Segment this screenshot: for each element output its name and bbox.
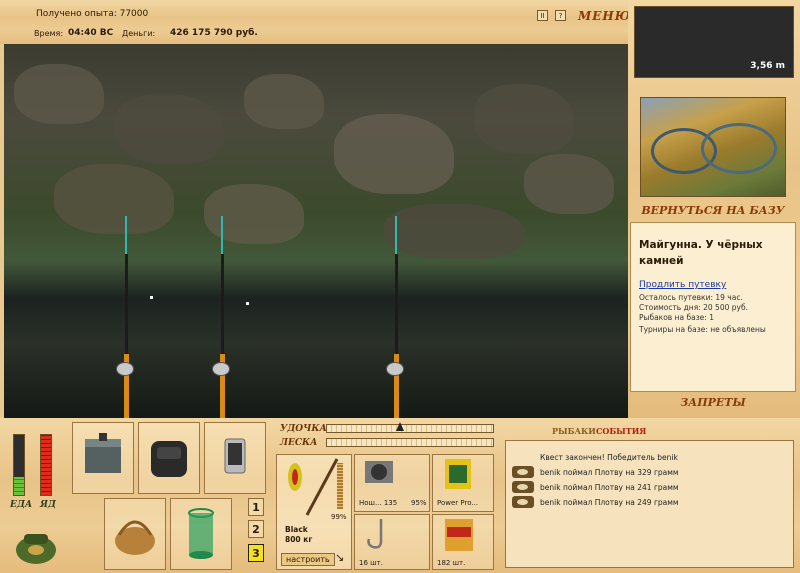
arrow-icon: ↘ xyxy=(335,551,345,564)
rod-durability: 99% xyxy=(331,513,347,521)
events-log: Квест закончен! Победитель benik benik п… xyxy=(505,440,794,568)
rod-slot-1[interactable]: 1 xyxy=(248,498,264,516)
bait-can-icon xyxy=(445,519,473,551)
line-tension-bar xyxy=(326,438,494,447)
rod-slot-2[interactable]: 2 xyxy=(248,520,264,538)
anglers-count: Рыбаков на базе: 1 xyxy=(639,313,714,322)
help-icon[interactable]: ? xyxy=(555,10,566,21)
time-value: 04:40 ВС xyxy=(68,28,114,38)
tackle-box-icon xyxy=(85,433,121,473)
backpack-black-icon xyxy=(151,441,187,477)
picnic-basket-icon xyxy=(115,520,155,555)
pause-icon[interactable]: II xyxy=(537,10,548,21)
rod-durability-meter xyxy=(337,463,343,509)
backpack-icon[interactable] xyxy=(14,526,58,566)
fishing-scene[interactable] xyxy=(4,44,628,418)
experience-text: Получено опыта: 77000 xyxy=(36,9,149,19)
keepnet-icon xyxy=(188,508,214,559)
food-label: ЕДА xyxy=(10,500,33,510)
log-entry: benik поймал Плотву на 329 грамм xyxy=(540,468,679,477)
money-value: 426 175 790 руб. xyxy=(170,28,258,38)
location-map[interactable] xyxy=(640,97,786,197)
bait-equipment-slot[interactable]: 182 шт. xyxy=(432,514,494,570)
restrictions-button[interactable]: ЗАПРЕТЫ xyxy=(640,396,786,409)
location-info: Майгунна. У чёрных камней Продлить путев… xyxy=(630,222,796,392)
phone-icon xyxy=(224,438,246,474)
configure-button[interactable]: настроить xyxy=(281,553,335,566)
phone-slot[interactable] xyxy=(204,422,266,494)
tension-marker-icon xyxy=(396,422,404,431)
day-cost: Стоимость дня: 20 500 руб. xyxy=(639,303,748,312)
food-meter xyxy=(13,434,25,496)
hook-equipment-slot[interactable]: 16 шт. xyxy=(354,514,430,570)
reel-icon xyxy=(365,461,393,483)
fish-icon xyxy=(512,496,534,508)
tab-anglers[interactable]: РЫБАКИ xyxy=(552,426,596,436)
depth-value: 3,56 m xyxy=(750,61,785,71)
float-marker xyxy=(150,296,153,299)
float-marker xyxy=(246,302,249,305)
rod-equipment-slot[interactable]: Black 800 кг 99% настроить ↘ xyxy=(276,454,352,570)
log-entry: benik поймал Плотву на 249 грамм xyxy=(540,498,679,507)
rod-tension-bar xyxy=(326,424,494,433)
extend-ticket-link[interactable]: Продлить путевку xyxy=(639,280,726,290)
rod-slot-3[interactable]: 3 xyxy=(248,544,264,562)
menu-button[interactable]: МЕНЮ xyxy=(578,9,631,23)
line-name: Power Pro... xyxy=(437,499,479,507)
quest-line: Квест закончен! Победитель benik xyxy=(540,453,678,462)
bait-count: 182 шт. xyxy=(437,559,466,567)
top-bar: Получено опыта: 77000 Время: 04:40 ВС Де… xyxy=(0,0,630,44)
tackle-box-slot[interactable] xyxy=(72,422,134,494)
hook-icon xyxy=(367,519,383,549)
rod-bar-label: УДОЧКА xyxy=(280,424,327,434)
fish-icon xyxy=(512,481,534,493)
alcohol-label: ЯД xyxy=(40,500,56,510)
rod-name: Black xyxy=(285,525,308,534)
rod-weight: 800 кг xyxy=(285,535,313,544)
alcohol-meter xyxy=(40,434,52,496)
reel-durability: 95% xyxy=(411,499,427,507)
location-title: Майгунна. У чёрных камней xyxy=(639,239,763,267)
fish-icon xyxy=(512,466,534,478)
tab-events[interactable]: СОБЫТИЯ xyxy=(596,426,646,436)
remaining-time: Осталось путевки: 19 час. xyxy=(639,293,743,302)
keepnet-slot[interactable] xyxy=(170,498,232,570)
reel-equipment-slot[interactable]: Нош... 135 95% xyxy=(354,454,430,512)
line-spool-icon xyxy=(445,459,471,489)
return-to-base-button[interactable]: ВЕРНУТЬСЯ НА БАЗУ xyxy=(640,204,786,217)
basket-slot[interactable] xyxy=(104,498,166,570)
line-bar-label: ЛЕСКА xyxy=(280,438,318,448)
reel-name: Нош... 135 xyxy=(359,499,398,507)
log-entry: benik поймал Плотву на 241 грамм xyxy=(540,483,679,492)
line-equipment-slot[interactable]: Power Pro... xyxy=(432,454,494,512)
money-label: Деньги: xyxy=(122,29,156,38)
depth-display: 3,56 m xyxy=(634,6,794,78)
time-label: Время: xyxy=(34,29,64,38)
hook-count: 16 шт. xyxy=(359,559,383,567)
bag-slot[interactable] xyxy=(138,422,200,494)
tournaments-info: Турниры на базе: не объявлены xyxy=(639,325,766,334)
